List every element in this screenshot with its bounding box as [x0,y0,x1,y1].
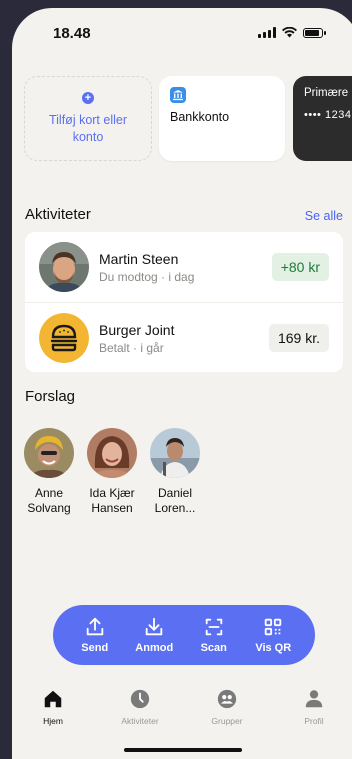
scan-button[interactable]: Scan [188,616,240,654]
home-icon [44,690,62,708]
avatar [24,428,74,478]
activity-amount: 169 kr. [268,324,329,352]
activity-list: Martin Steen Du modtog · i dag +80 kr Bu… [25,232,343,372]
status-bar: 18.48 [12,8,352,58]
bank-account-label: Bankkonto [170,110,230,124]
clock-icon [130,689,150,709]
bank-account-card[interactable]: Bankkonto [159,76,285,161]
suggestion-person[interactable]: Anne Solvang [24,428,74,516]
activity-section-title: Aktiviteter [25,206,91,223]
wifi-icon [282,27,297,38]
suggestions-list: Anne Solvang Ida Kjær Hansen Daniel Lore… [24,428,200,516]
send-label: Send [81,642,109,654]
avatar [150,428,200,478]
see-all-link[interactable]: Se alle [305,209,343,223]
status-icons [258,27,326,38]
tab-bar: Hjem Aktiviteter Grupper Profil [12,688,352,748]
qr-icon [265,618,282,636]
avatar [87,428,137,478]
home-indicator [124,748,242,752]
tab-profile-label: Profil [304,716,324,726]
person-icon [305,690,323,708]
cellular-signal-icon [258,27,276,38]
tab-activities[interactable]: Aktiviteter [110,688,170,726]
battery-icon [303,27,326,38]
suggestion-name: Anne Solvang [27,486,71,515]
send-button[interactable]: Send [69,616,121,654]
quick-actions-bar: Send Anmod Scan Vis QR [53,605,315,665]
suggestion-name: Ida Kjær Hansen [89,486,135,515]
tab-groups-label: Grupper [211,716,243,726]
show-qr-label: Vis QR [255,642,292,654]
tab-profile[interactable]: Profil [284,688,344,726]
suggestion-name: Daniel Loren... [154,486,196,515]
add-card-label: Tilføj kort eller konto [48,112,127,144]
download-icon [146,617,163,636]
show-qr-button[interactable]: Vis QR [247,616,299,654]
avatar [39,242,89,292]
plus-icon: + [82,91,94,104]
activity-subtitle: Du modtog · i dag [99,270,195,284]
suggestions-section-title: Forslag [25,388,76,405]
activity-row[interactable]: Burger Joint Betalt · i går 169 kr. [25,302,343,372]
activity-amount: +80 kr [271,253,329,281]
upload-icon [86,617,103,636]
tab-home[interactable]: Hjem [23,688,83,726]
group-icon [217,689,237,709]
primary-card[interactable]: Primære •••• 1234 [293,76,352,161]
primary-card-label: Primære [304,87,349,99]
bank-icon [170,87,186,103]
primary-card-number: •••• 1234 [304,109,352,121]
tab-home-label: Hjem [43,716,63,726]
tab-groups[interactable]: Grupper [197,688,257,726]
status-time: 18.48 [53,25,91,42]
add-card-or-account-button[interactable]: + Tilføj kort eller konto [24,76,152,161]
request-label: Anmod [135,642,174,654]
activity-row[interactable]: Martin Steen Du modtog · i dag +80 kr [25,232,343,302]
scan-label: Scan [200,642,227,654]
suggestion-person[interactable]: Ida Kjær Hansen [87,428,137,516]
request-button[interactable]: Anmod [128,616,180,654]
suggestion-person[interactable]: Daniel Loren... [150,428,200,516]
app-screen: 18.48 + Tilføj kort eller konto Bankkont… [12,8,352,759]
accounts-carousel[interactable]: + Tilføj kort eller konto Bankkonto Prim… [24,76,352,164]
activity-name: Burger Joint [99,322,175,338]
activity-subtitle: Betalt · i går [99,341,164,355]
scan-icon [205,618,222,636]
tab-activities-label: Aktiviteter [121,716,159,726]
burger-icon [39,313,89,363]
activity-name: Martin Steen [99,251,179,267]
